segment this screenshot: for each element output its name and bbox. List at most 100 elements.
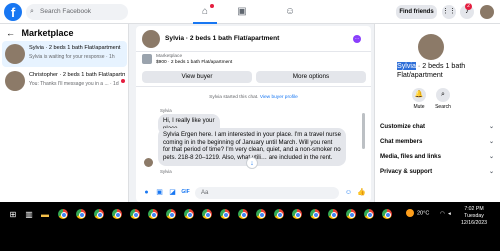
details-title: Sylvia · 2 beds 1 bath Flat/apartment <box>397 62 483 79</box>
mute-icon: 🔔 <box>412 88 426 102</box>
marketplace-icon[interactable]: ▣ <box>235 5 249 19</box>
search-label: Search <box>435 104 451 110</box>
details-row-label: Chat members <box>380 138 423 145</box>
temperature: 20°C <box>417 210 430 217</box>
chrome-icon[interactable] <box>220 209 230 219</box>
chrome-icon[interactable] <box>382 209 392 219</box>
details-row-members[interactable]: Chat members ⌄ <box>380 134 498 150</box>
system-clock[interactable]: 7:02 PM Tuesday 12/16/2023 <box>458 206 490 227</box>
search-icon: ⌕ <box>30 8 34 15</box>
details-name-highlight: Sylvia <box>397 62 416 70</box>
system-message: Sylvia started this chat. View buyer pro… <box>136 95 371 100</box>
facebook-marketplace-page: f ⌕ Search Facebook ⌂ ▣ ☺ Find friends ⋮… <box>0 0 500 251</box>
chrome-icon[interactable] <box>364 209 374 219</box>
unread-dot <box>121 79 125 83</box>
chrome-icon[interactable] <box>58 209 68 219</box>
back-arrow-icon[interactable]: ← <box>6 28 15 38</box>
chevron-down-icon: ⌄ <box>488 154 494 160</box>
more-icon[interactable]: ⋯ <box>353 35 361 43</box>
emoji-icon[interactable]: ☺ <box>344 188 353 197</box>
chrome-icon[interactable] <box>148 209 158 219</box>
search-action[interactable]: ⌕ Search <box>432 88 454 110</box>
conversation-preview: Sylvia is waiting for your response · 1h <box>29 54 115 60</box>
chrome-icon[interactable] <box>94 209 104 219</box>
active-tab-indicator <box>193 22 217 24</box>
listing-thumbnail <box>142 54 152 64</box>
chrome-icon[interactable] <box>328 209 338 219</box>
chat-title: Sylvia · 2 beds 1 bath Flat/apartment <box>165 35 280 42</box>
chrome-icon[interactable] <box>76 209 86 219</box>
listing-source: Marketplace <box>156 54 183 59</box>
sticker-icon[interactable]: ◪ <box>168 188 177 197</box>
weather-widget[interactable]: 20°C <box>406 209 429 217</box>
avatar <box>142 30 160 48</box>
details-row-label: Customize chat <box>380 123 426 130</box>
chrome-icon[interactable] <box>310 209 320 219</box>
avatar <box>418 34 444 60</box>
view-buyer-profile-link[interactable]: View buyer profile <box>260 95 298 100</box>
mute-label: Mute <box>413 104 425 110</box>
home-notification-dot <box>210 4 214 8</box>
details-row-label: Privacy & support <box>380 168 433 175</box>
chrome-icon[interactable] <box>166 209 176 219</box>
listing-detail: $900 · 2 beds 1 bath Flat/apartment <box>156 60 233 65</box>
conversation-item[interactable]: Sylvia · 2 beds 1 bath Flat/apartment Sy… <box>2 41 127 67</box>
avatar <box>144 158 153 167</box>
facebook-logo[interactable]: f <box>4 3 22 21</box>
view-buyer-button[interactable]: View buyer <box>142 71 252 83</box>
conversation-name: Christopher · 2 beds 1 bath Flat/apartme… <box>29 72 125 78</box>
scrollbar[interactable] <box>362 113 365 149</box>
avatar <box>5 71 25 91</box>
profile-avatar[interactable] <box>480 5 494 19</box>
conversation-name: Sylvia · 2 beds 1 bath Flat/apartment <box>29 45 121 51</box>
chrome-icon[interactable] <box>238 209 248 219</box>
avatar <box>5 44 25 64</box>
details-row-label: Media, files and links <box>380 153 441 160</box>
menu-grid-icon[interactable]: ⋮⋮ <box>442 5 456 19</box>
image-icon[interactable]: ▣ <box>155 188 164 197</box>
chevron-down-icon: ⌄ <box>488 139 494 145</box>
chevron-down-icon: ⌄ <box>488 124 494 130</box>
chrome-icon[interactable] <box>112 209 122 219</box>
more-options-button[interactable]: More options <box>256 71 366 83</box>
windows-taskbar: ⊞ ▥ ▬ 20°C ◠ ◂ 7:02 PM Tuesday 12/16/202… <box>0 202 500 251</box>
message-sender: Sylvia <box>160 169 172 174</box>
top-navigation-bar: f ⌕ Search Facebook ⌂ ▣ ☺ Find friends ⋮… <box>0 0 500 24</box>
task-view-icon[interactable]: ▥ <box>24 210 34 220</box>
chat-details-panel: Sylvia · 2 beds 1 bath Flat/apartment 🔔 … <box>374 24 500 202</box>
mute-action[interactable]: 🔔 Mute <box>408 88 430 110</box>
details-row-media[interactable]: Media, files and links ⌄ <box>380 149 498 165</box>
groups-icon[interactable]: ☺ <box>283 5 297 19</box>
gif-icon[interactable]: GIF <box>181 188 190 197</box>
scroll-down-icon[interactable]: ↓ <box>246 157 258 169</box>
find-friends-button[interactable]: Find friends <box>396 5 437 19</box>
file-explorer-icon[interactable]: ▬ <box>40 210 50 220</box>
wifi-icon[interactable]: ◠ <box>440 211 445 217</box>
conversation-item[interactable]: Christopher · 2 beds 1 bath Flat/apartme… <box>2 68 127 94</box>
volume-icon[interactable]: ◂ <box>448 211 451 217</box>
sidebar-title: ← Marketplace <box>6 28 74 38</box>
microphone-icon[interactable]: ● <box>142 188 151 197</box>
chat-header: Sylvia · 2 beds 1 bath Flat/apartment ⋯ <box>136 26 371 52</box>
clock-day: Tuesday <box>464 213 484 219</box>
chrome-icon[interactable] <box>292 209 302 219</box>
start-icon[interactable]: ⊞ <box>8 210 18 220</box>
search-icon: ⌕ <box>436 88 450 102</box>
search-input[interactable]: ⌕ Search Facebook <box>26 4 128 20</box>
chrome-icon[interactable] <box>346 209 356 219</box>
message-input[interactable]: Aa <box>195 187 339 199</box>
chevron-down-icon: ⌄ <box>488 169 494 175</box>
details-row-privacy[interactable]: Privacy & support ⌄ <box>380 164 498 180</box>
details-row-customize[interactable]: Customize chat ⌄ <box>380 119 498 135</box>
notification-count-badge: 2 <box>465 3 472 10</box>
chrome-icon[interactable] <box>274 209 284 219</box>
chrome-icon[interactable] <box>130 209 140 219</box>
message-list[interactable]: Sylvia started this chat. View buyer pro… <box>136 86 371 184</box>
message-composer: ● ▣ ◪ GIF Aa ☺ 👍 <box>136 184 371 202</box>
message-sender: Sylvia <box>160 108 172 113</box>
like-icon[interactable]: 👍 <box>357 188 366 197</box>
chrome-icon[interactable] <box>202 209 212 219</box>
chrome-icon[interactable] <box>184 209 194 219</box>
chrome-icon[interactable] <box>256 209 266 219</box>
sun-icon <box>406 209 414 217</box>
